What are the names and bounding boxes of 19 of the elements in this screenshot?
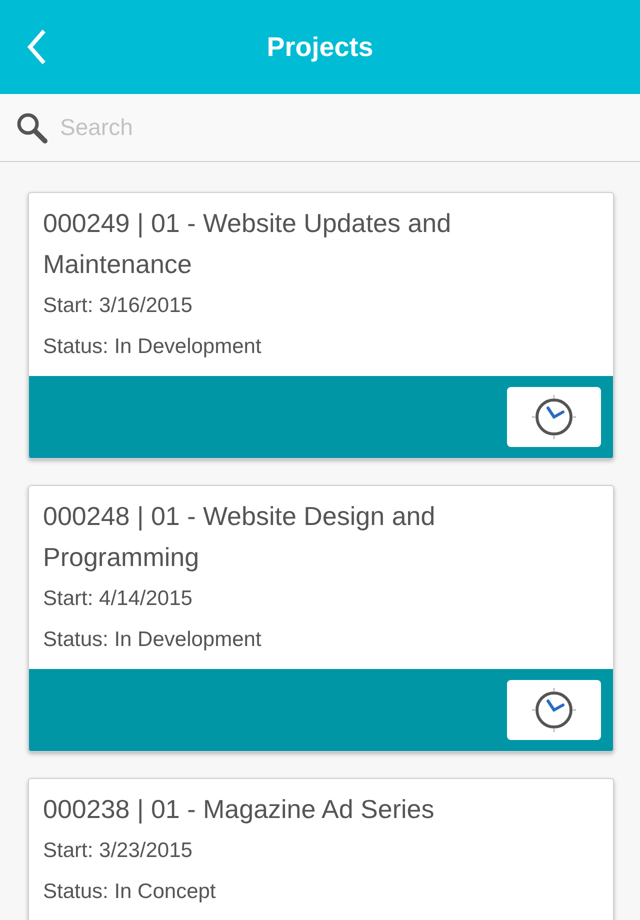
project-card[interactable]: 000248 | 01 - Website Design and Programming Start: 4/14/2015 Status: In Development: [28, 485, 614, 752]
back-icon: [27, 29, 47, 65]
project-title: 000249 | 01 - Website Updates and Maintenance: [43, 207, 452, 281]
project-status: Status: In Development: [43, 334, 262, 360]
project-title: 000238 | 01 - Magazine Ad Series: [43, 793, 436, 826]
start-date: Start: 3/16/2015: [43, 293, 194, 319]
search-icon: [16, 112, 48, 144]
clock-icon: [531, 687, 577, 733]
clock-icon: [531, 394, 577, 440]
start-date: Start: 4/14/2015: [43, 586, 194, 612]
project-status: Status: In Development: [43, 627, 262, 653]
timer-button[interactable]: [507, 387, 601, 447]
page-title: Projects: [266, 30, 374, 64]
project-status: Status: In Concept: [43, 879, 217, 905]
project-card[interactable]: 000249 | 01 - Website Updates and Maintenance Start: 3/16/2015 Status: In Development: [28, 192, 614, 459]
project-card[interactable]: 000238 | 01 - Magazine Ad Series Start: 3/23/2015 Status: In Concept: [28, 778, 614, 920]
start-date: Start: 3/23/2015: [43, 838, 194, 864]
project-title: 000248 | 01 - Website Design and Programming: [43, 500, 436, 574]
timer-button[interactable]: [507, 680, 601, 740]
